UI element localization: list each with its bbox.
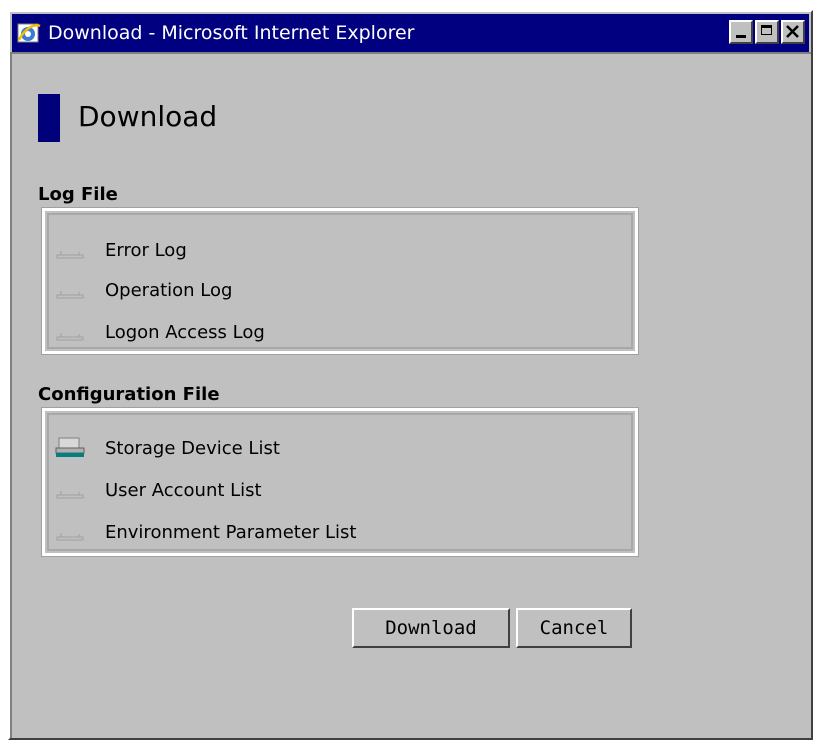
cancel-button[interactable]: Cancel [516, 608, 632, 648]
list-item-label: Logon Access Log [105, 321, 265, 343]
heading-accent-bar [38, 94, 60, 142]
download-icon [55, 436, 87, 460]
title-bar[interactable]: Download - Microsoft Internet Explorer [12, 14, 809, 52]
page-title: Download [78, 100, 218, 133]
download-button[interactable]: Download [352, 608, 510, 648]
list-item-label: Storage Device List [105, 437, 280, 459]
list-item-storage-device-list[interactable]: Storage Device List [55, 433, 280, 463]
browser-window: Download - Microsoft Internet Explorer D… [8, 10, 813, 740]
minimize-icon[interactable] [729, 20, 753, 44]
maximize-icon[interactable] [755, 20, 779, 44]
close-icon[interactable] [781, 20, 805, 44]
list-item-label: User Account List [105, 479, 262, 501]
list-item-logon-access-log[interactable]: Logon Access Log [55, 317, 265, 347]
download-icon [55, 238, 87, 262]
list-item-operation-log[interactable]: Operation Log [55, 275, 232, 305]
config-file-group: Storage Device List User Account List En… [41, 407, 639, 557]
list-item-user-account-list[interactable]: User Account List [55, 475, 262, 505]
window-title: Download - Microsoft Internet Explorer [48, 22, 415, 44]
list-item-environment-parameter-list[interactable]: Environment Parameter List [55, 517, 357, 547]
list-item-label: Operation Log [105, 279, 233, 301]
ie-icon [16, 20, 42, 46]
list-item-label: Environment Parameter List [105, 521, 357, 543]
download-icon [55, 278, 87, 302]
download-icon [55, 320, 87, 344]
log-file-section-label: Log File [38, 184, 118, 205]
page-content: Download Log File Error Log Operation Lo… [10, 52, 811, 738]
config-file-section-label: Configuration File [38, 384, 220, 405]
list-item-label: Error Log [105, 239, 187, 261]
log-file-group: Error Log Operation Log Logon Access Log [41, 207, 639, 355]
download-icon [55, 478, 87, 502]
list-item-error-log[interactable]: Error Log [55, 235, 187, 265]
download-icon [55, 520, 87, 544]
